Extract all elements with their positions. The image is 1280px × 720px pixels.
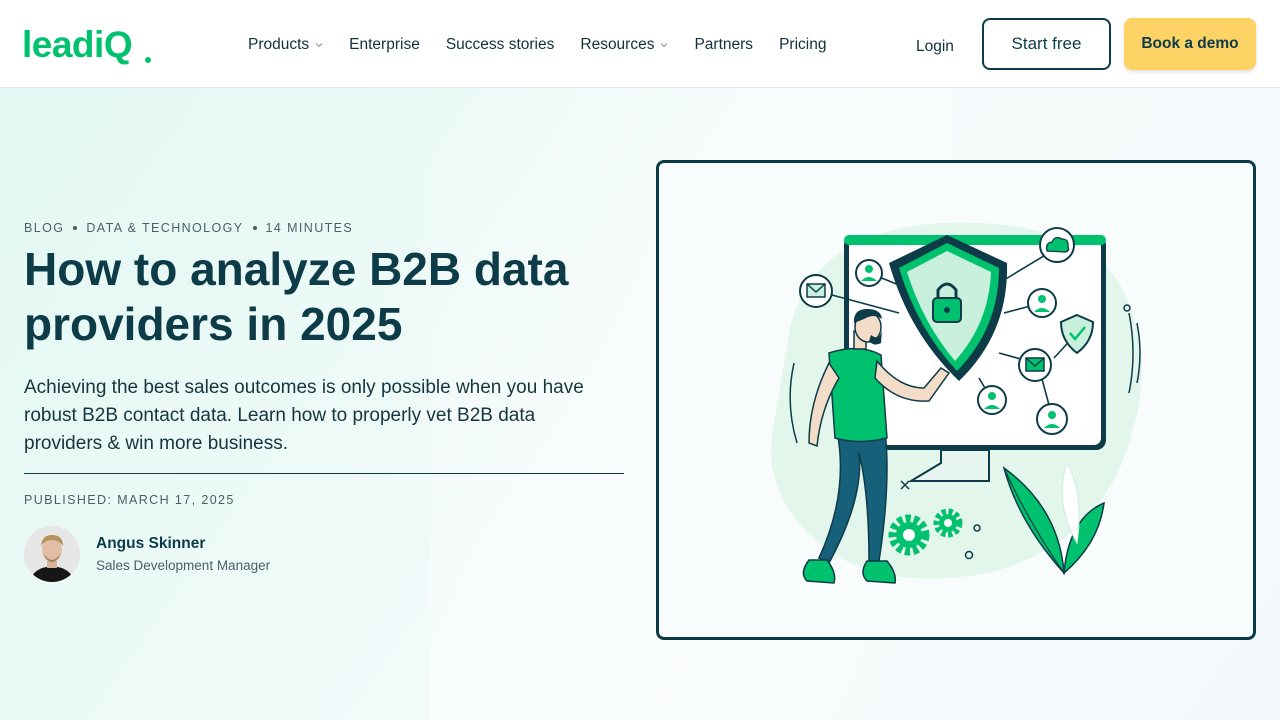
nav-item-partners[interactable]: Partners (694, 36, 753, 54)
author-avatar (24, 526, 80, 582)
start-free-button[interactable]: Start free (982, 18, 1111, 70)
article-title: How to analyze B2B data providers in 202… (24, 243, 569, 350)
meta-topic-link[interactable]: DATA & TECHNOLOGY (86, 221, 243, 235)
site-header: leadiQ Products Enterprise Success stori… (0, 0, 1280, 88)
main-nav: Products Enterprise Success stories Reso… (248, 36, 852, 54)
article-description: Achieving the best sales outcomes is onl… (24, 377, 584, 454)
author-role: Sales Development Manager (96, 558, 271, 573)
avatar-portrait (24, 526, 80, 582)
cloud-icon (1039, 227, 1075, 263)
mail-icon (799, 274, 833, 308)
nav-item-enterprise[interactable]: Enterprise (349, 36, 420, 54)
nav-item-resources[interactable]: Resources (580, 36, 668, 54)
book-demo-button[interactable]: Book a demo (1124, 18, 1256, 70)
nav-item-success-stories[interactable]: Success stories (446, 36, 555, 54)
chevron-down-icon (661, 43, 668, 48)
meta-separator (73, 226, 78, 230)
meta-category-link[interactable]: BLOG (24, 221, 64, 235)
data-security-illustration (771, 222, 1142, 584)
article-meta: BLOG DATA & TECHNOLOGY 14 MINUTES (24, 221, 353, 235)
chevron-down-icon (315, 43, 323, 48)
nav-item-products[interactable]: Products (248, 36, 323, 54)
nav-label: Partners (694, 36, 754, 53)
logo-text: leadiQ (22, 24, 132, 65)
user-icon (855, 259, 883, 287)
nav-label: Resources (580, 36, 655, 53)
mail-icon (1018, 348, 1052, 382)
user-icon (977, 385, 1007, 415)
nav-label: Pricing (779, 36, 827, 53)
author-name[interactable]: Angus Skinner (96, 535, 205, 553)
login-link[interactable]: Login (916, 38, 954, 56)
user-icon (1036, 403, 1068, 435)
meta-read-time: 14 MINUTES (265, 221, 354, 235)
leadiq-logo[interactable]: leadiQ (22, 22, 154, 66)
divider (24, 473, 624, 474)
nav-item-pricing[interactable]: Pricing (779, 36, 826, 54)
hero-illustration-card (656, 160, 1256, 640)
meta-separator (252, 226, 257, 230)
published-date: PUBLISHED: MARCH 17, 2025 (24, 493, 235, 507)
nav-label: Success stories (445, 36, 555, 53)
user-icon (1027, 288, 1057, 318)
nav-label: Enterprise (349, 36, 420, 53)
nav-label: Products (248, 36, 310, 53)
